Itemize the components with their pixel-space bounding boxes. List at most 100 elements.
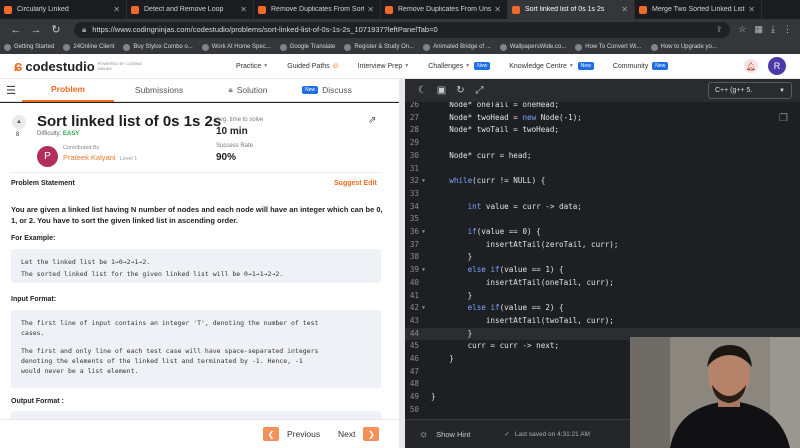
line-number: 30: [409, 150, 419, 160]
nav-guided-paths[interactable]: Guided Paths 🔥︎: [287, 61, 338, 71]
save-icon[interactable]: ▣: [432, 85, 451, 96]
code-text: Node* oneTail = oneHead;: [431, 102, 560, 109]
code-line[interactable]: 30 Node* curr = head;: [405, 150, 800, 163]
nav-knowledge-centre[interactable]: Knowledge Centre ▼ New: [509, 61, 594, 71]
bookmark-item[interactable]: Animated Bridge of ...: [423, 43, 491, 51]
previous-button[interactable]: ❮ Previous: [263, 427, 320, 441]
reset-icon[interactable]: ↻: [451, 85, 470, 96]
gutter: [419, 137, 428, 150]
dark-mode-icon[interactable]: ☾: [413, 85, 432, 96]
bookmark-item[interactable]: 24Online Client: [63, 43, 114, 51]
hamburger-menu-icon[interactable]: ☰: [0, 84, 22, 97]
upvote-icon[interactable]: ▲: [12, 115, 26, 129]
browser-tab[interactable]: Remove Duplicates From Unsort ✕: [381, 0, 508, 19]
webcam-overlay: [630, 337, 800, 448]
fold-chevron-icon[interactable]: ▼: [419, 302, 428, 315]
code-text: }: [431, 252, 473, 262]
line-number: 37: [409, 239, 419, 249]
nav-community[interactable]: Community New: [613, 61, 669, 71]
close-icon[interactable]: ✕: [240, 5, 247, 14]
close-icon[interactable]: ✕: [748, 5, 755, 14]
code-line[interactable]: 42 ▼ else if(value == 2) {: [405, 302, 800, 315]
browser-tab[interactable]: Detect and Remove Loop ✕: [127, 0, 254, 19]
bookmarks-bar: Getting Started 24Online Client Buy Styl…: [0, 40, 800, 54]
suggest-edit-link[interactable]: Suggest Edit: [334, 180, 377, 187]
bookmark-item[interactable]: Register & Study On...: [344, 43, 414, 51]
difficulty: Difficulty: EASY: [37, 131, 79, 137]
code-line[interactable]: 39 ▼ else if(value == 1) {: [405, 264, 800, 277]
code-line[interactable]: 40 insertAtTail(oneTail, curr);: [405, 277, 800, 290]
code-line[interactable]: 37 insertAtTail(zeroTail, curr);: [405, 239, 800, 252]
star-icon[interactable]: ☆: [738, 24, 746, 35]
code-line[interactable]: 41 }: [405, 290, 800, 303]
show-hint-button[interactable]: ☼ Show Hint: [419, 429, 470, 440]
nav-interview-prep[interactable]: Interview Prep ▼: [358, 61, 410, 71]
notification-icon[interactable]: 🔔︎: [744, 59, 758, 73]
nav-label: Practice: [236, 62, 262, 70]
code-line[interactable]: 26 Node* oneTail = oneHead;: [405, 102, 800, 112]
code-line[interactable]: 28 Node* twoTail = twoHead;: [405, 124, 800, 137]
browser-tab[interactable]: Circularly Linked ✕: [0, 0, 127, 19]
code-line[interactable]: 36 ▼ if(value == 0) {: [405, 226, 800, 239]
code-line[interactable]: 31: [405, 163, 800, 176]
codestudio-logo[interactable]: ɕ codestudio POWERED BY CODING NINJAS: [14, 58, 154, 75]
nav-practice[interactable]: Practice ▼: [236, 61, 268, 71]
code-text: else if(value == 1) {: [467, 265, 564, 275]
back-arrow-icon[interactable]: ←: [8, 24, 24, 36]
fullscreen-icon[interactable]: ⤢: [470, 85, 489, 96]
close-icon[interactable]: ✕: [621, 5, 628, 14]
menu-dots-icon[interactable]: ⋮: [783, 24, 792, 35]
close-icon[interactable]: ✕: [113, 5, 120, 14]
user-avatar[interactable]: R: [768, 57, 786, 75]
bookmark-item[interactable]: Google Translate: [279, 43, 335, 51]
close-icon[interactable]: ✕: [367, 5, 374, 14]
code-line[interactable]: 34 int value = curr -> data;: [405, 201, 800, 214]
browser-tab[interactable]: Merge Two Sorted Linked Lists ✕: [635, 0, 762, 19]
bookmark-item[interactable]: Getting Started: [4, 43, 54, 51]
share-icon[interactable]: ⇗: [368, 115, 376, 126]
fold-chevron-icon[interactable]: ▼: [419, 226, 428, 239]
gutter: [419, 124, 428, 137]
code-line[interactable]: 33: [405, 188, 800, 201]
code-line[interactable]: 43 insertAtTail(twoTail, curr);: [405, 315, 800, 328]
problem-tabs: ☰ Problem Submissions 🔒︎ Solution New Disc…: [0, 79, 399, 102]
reload-icon[interactable]: ↻: [48, 23, 64, 36]
bookmark-item[interactable]: WallpapersWide.co...: [499, 43, 566, 51]
next-button[interactable]: Next ❯: [338, 427, 380, 441]
line-number: 27: [409, 112, 419, 122]
extensions-icon[interactable]: ▦: [755, 24, 764, 35]
code-line[interactable]: 32 ▼ while(curr != NULL) {: [405, 175, 800, 188]
author[interactable]: Prateek Kalyani Level 1: [63, 153, 137, 162]
tab-problem[interactable]: Problem: [22, 79, 114, 102]
browser-tab-active[interactable]: Sort linked list of 0s 1s 2s ✕: [508, 0, 635, 19]
bookmark-item[interactable]: How to Upgrade yo...: [650, 43, 717, 51]
language-select[interactable]: C++ (g++ 5. ▼: [708, 82, 792, 99]
code-line[interactable]: 29: [405, 137, 800, 150]
line-number: 34: [409, 201, 419, 211]
forward-arrow-icon[interactable]: →: [28, 24, 44, 36]
fold-chevron-icon[interactable]: ▼: [419, 264, 428, 277]
fire-icon: 🔥︎: [332, 61, 339, 70]
lightbulb-icon: ☼: [419, 428, 429, 440]
code-line[interactable]: 27 Node* twoHead = new Node(-1);: [405, 112, 800, 125]
download-icon[interactable]: ⤓: [771, 24, 775, 35]
bookmark-item[interactable]: How To Convert Wi...: [575, 43, 642, 51]
code-line[interactable]: 35: [405, 213, 800, 226]
input-line: cases.: [21, 329, 45, 337]
close-icon[interactable]: ✕: [494, 5, 501, 14]
browser-tab[interactable]: Remove Duplicates From Sorted ✕: [254, 0, 381, 19]
share-icon[interactable]: ⇪: [716, 25, 723, 34]
code-line[interactable]: 38 }: [405, 251, 800, 264]
url-field[interactable]: 🔒︎ https://www.codingninjas.com/codestud…: [74, 21, 731, 38]
line-number: 43: [409, 315, 419, 325]
tab-submissions[interactable]: Submissions: [114, 79, 204, 102]
nav-challenges[interactable]: Challenges ▼ New: [428, 61, 491, 71]
fold-chevron-icon[interactable]: ▼: [419, 175, 428, 188]
tab-discuss[interactable]: New Discuss: [292, 79, 362, 102]
gutter: [419, 366, 428, 379]
bookmark-item[interactable]: Buy Stylox Combo o...: [123, 43, 193, 51]
bookmark-item[interactable]: Work At Home Spec...: [201, 43, 271, 51]
tab-solution[interactable]: 🔒︎ Solution: [204, 79, 292, 102]
tab-label: Remove Duplicates From Sorted: [271, 6, 365, 13]
